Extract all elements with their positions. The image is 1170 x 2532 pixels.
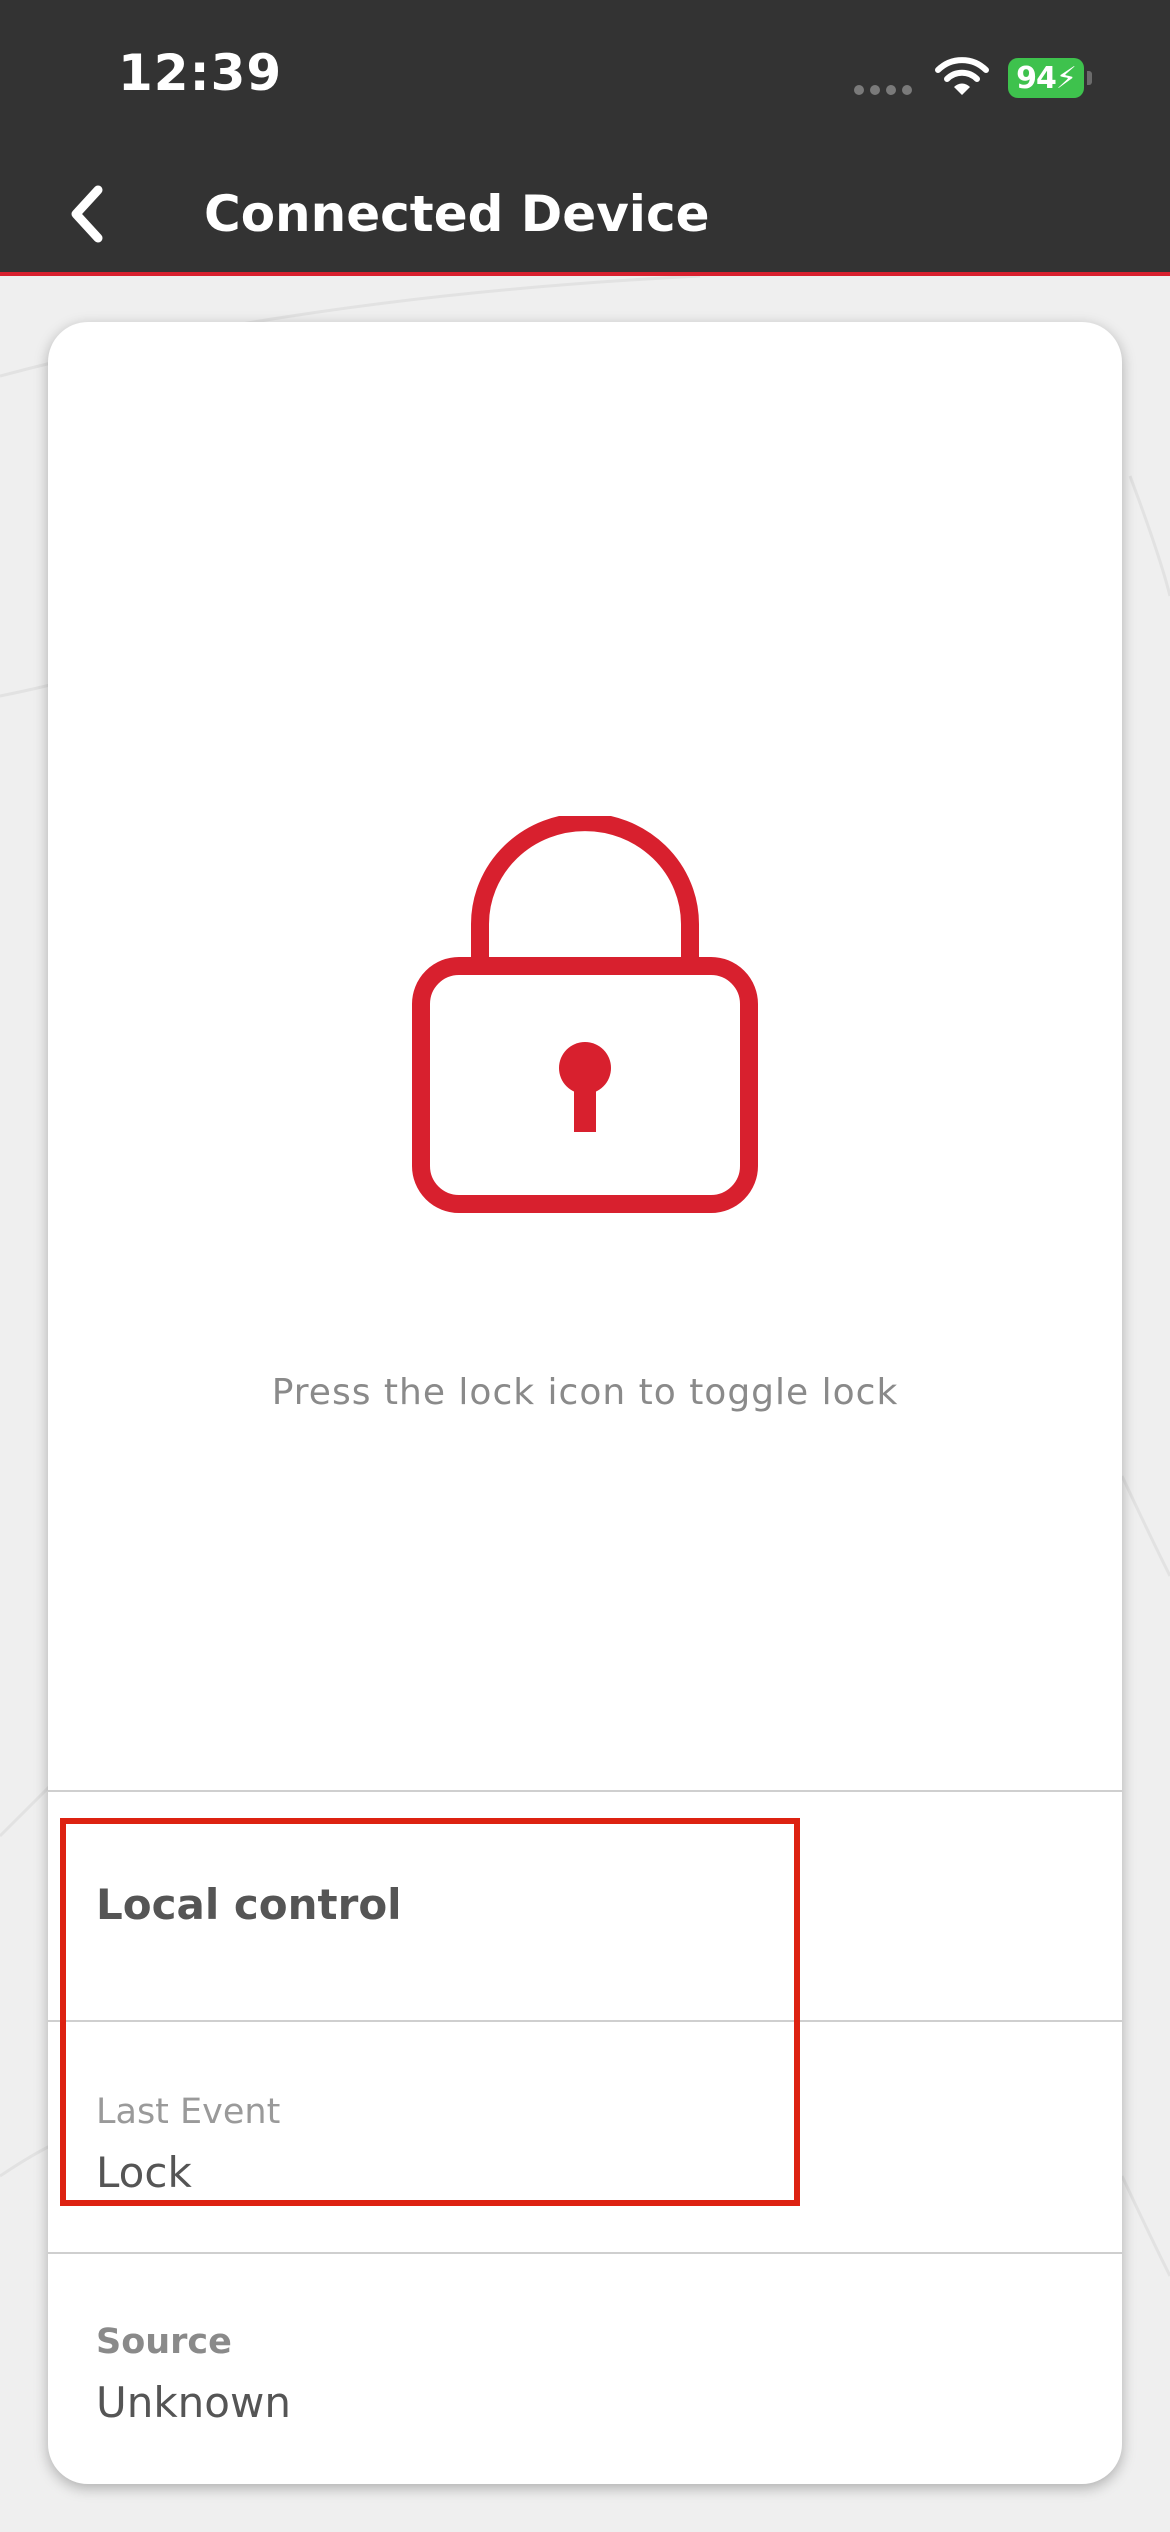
battery-icon: 94 ⚡ xyxy=(1008,58,1084,98)
local-control-title: Local control xyxy=(96,1880,402,1929)
status-time: 12:39 xyxy=(118,44,283,102)
wifi-icon xyxy=(935,57,989,95)
padlock-icon xyxy=(412,813,758,1213)
battery-nub xyxy=(1087,71,1092,85)
lock-hint-text: Press the lock icon to toggle lock xyxy=(271,1372,899,1413)
cellular-signal-icon xyxy=(854,84,914,96)
lock-toggle-button[interactable] xyxy=(412,813,758,1254)
divider xyxy=(48,2020,1122,2022)
charging-bolt-icon: ⚡ xyxy=(1055,60,1077,96)
last-event-value: Lock xyxy=(96,2148,192,2197)
status-bar: 12:39 94 ⚡ xyxy=(0,0,1170,156)
source-label: Source xyxy=(96,2322,232,2362)
device-card: Press the lock icon to toggle lock Local… xyxy=(48,322,1122,2484)
divider xyxy=(48,2252,1122,2254)
last-event-label: Last Event xyxy=(96,2092,281,2132)
page-title: Connected Device xyxy=(204,185,710,243)
divider xyxy=(48,1790,1122,1792)
navigation-bar: Connected Device xyxy=(0,156,1170,276)
chevron-left-icon xyxy=(71,185,103,243)
source-value: Unknown xyxy=(96,2378,291,2427)
back-button[interactable] xyxy=(48,176,128,252)
battery-level: 94 xyxy=(1016,60,1057,96)
